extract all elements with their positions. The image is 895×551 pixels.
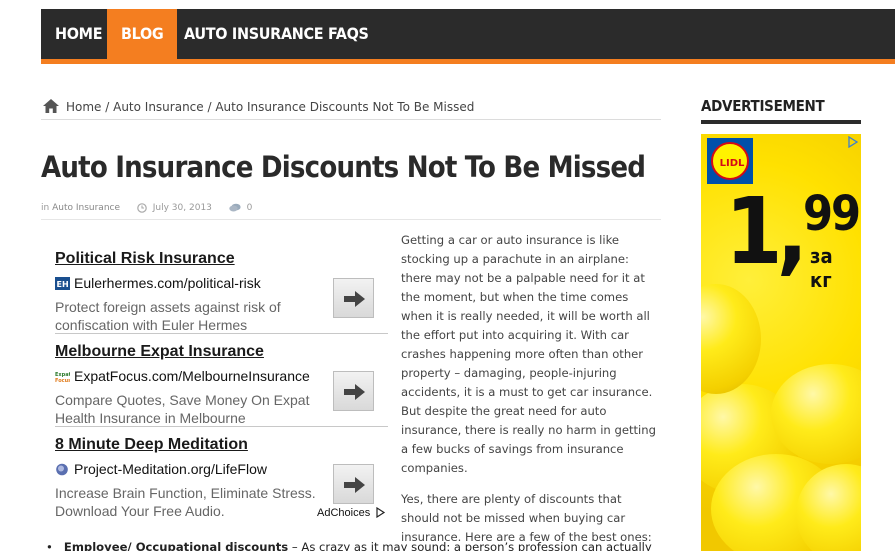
meta-date: July 30, 2013 (152, 203, 212, 213)
globe-favicon-icon (56, 463, 68, 475)
lidl-logo-circle: LIDL (711, 142, 749, 180)
ad-url[interactable]: ExpatFocus.com/MelbourneInsurance (74, 368, 310, 384)
adchoices-link[interactable]: AdChoices (317, 506, 386, 519)
ad-item: Political Risk Insurance EH Eulerhermes.… (55, 250, 388, 334)
ad-title-link[interactable]: Melbourne Expat Insurance (55, 343, 388, 361)
meta-category-link[interactable]: Auto Insurance (52, 203, 120, 213)
ad-url[interactable]: Eulerhermes.com/political-risk (74, 275, 261, 291)
bullet-dot: • (46, 540, 64, 551)
breadcrumb-home-link[interactable]: Home (66, 100, 101, 114)
price-main: 1, (725, 178, 808, 285)
comment-icon[interactable] (229, 203, 241, 213)
ad-go-button[interactable] (333, 371, 374, 411)
ad-title-link[interactable]: 8 Minute Deep Meditation (55, 436, 388, 454)
price-unit: за кг (810, 244, 833, 292)
price-label: 1, 99 за кг (725, 186, 861, 293)
ad-url[interactable]: Project-Meditation.org/LifeFlow (74, 461, 267, 477)
list-item-label: Employee/ Occupational discounts (63, 540, 289, 551)
nav-item-blog[interactable]: BLOG (107, 9, 178, 59)
list-item-text: – As crazy as it may sound: a person’s p… (288, 540, 652, 551)
breadcrumb-current: Auto Insurance Discounts Not To Be Misse… (215, 100, 475, 114)
euler-hermes-favicon-icon: EH (55, 276, 70, 290)
article-paragraph: Getting a car or auto insurance is like … (401, 233, 656, 475)
arrow-right-icon (344, 384, 365, 400)
ad-divider (55, 333, 388, 334)
text-ads-block: Political Risk Insurance EH Eulerhermes.… (55, 240, 390, 525)
clock-icon (137, 203, 147, 213)
meta-in-label: in (41, 203, 50, 213)
nav-item-auto-insurance-faqs[interactable]: AUTO INSURANCE FAQS (170, 9, 383, 59)
ad-info-icon[interactable] (847, 135, 859, 149)
svg-text:EH: EH (57, 280, 69, 289)
ad-go-button[interactable] (333, 278, 374, 318)
arrow-right-icon (344, 477, 365, 493)
article-paragraph: Yes, there are plenty of discounts that … (401, 492, 652, 544)
ad-title-link[interactable]: Political Risk Insurance (55, 250, 388, 268)
breadcrumb-category-link[interactable]: Auto Insurance (113, 100, 204, 114)
breadcrumb-separator: / (203, 100, 216, 114)
breadcrumb-separator: / (101, 100, 114, 114)
svg-text:Focus: Focus (55, 378, 70, 383)
breadcrumb: Home / Auto Insurance / Auto Insurance D… (41, 98, 661, 120)
expat-focus-favicon-icon: ExpatFocus (55, 369, 70, 383)
ad-go-button[interactable] (333, 464, 374, 504)
article-body: Getting a car or auto insurance is like … (401, 231, 663, 551)
sidebar-heading: ADVERTISEMENT (701, 97, 861, 124)
home-icon (43, 99, 59, 113)
sidebar-banner-ad[interactable]: LIDL 1, 99 за кг (701, 134, 861, 551)
adchoices-label: AdChoices (317, 507, 371, 519)
lemon-image (701, 284, 761, 394)
nav-accent-bar (41, 59, 895, 64)
page-title: Auto Insurance Discounts Not To Be Misse… (41, 150, 646, 184)
meta-comment-count[interactable]: 0 (247, 203, 253, 213)
arrow-right-icon (344, 291, 365, 307)
price-cents: 99 (803, 186, 861, 242)
nav-item-home[interactable]: HOME (41, 9, 116, 59)
main-nav: HOME BLOG AUTO INSURANCE FAQS (41, 9, 895, 59)
lidl-logo-text: LIDL (719, 158, 745, 169)
adchoices-icon (376, 506, 386, 519)
ad-description: Increase Brain Function, Eliminate Stres… (55, 485, 316, 519)
post-meta: in Auto Insurance July 30, 2013 0 (41, 203, 661, 220)
ad-item: Melbourne Expat Insurance Expat Focus Exp… (55, 343, 388, 427)
ad-description: Protect foreign assets against risk of c… (55, 299, 281, 333)
ad-description: Compare Quotes, Save Money On Expat Heal… (55, 392, 310, 426)
ad-divider (55, 426, 388, 427)
list-item: • Employee/ Occupational discounts – As … (46, 540, 652, 551)
